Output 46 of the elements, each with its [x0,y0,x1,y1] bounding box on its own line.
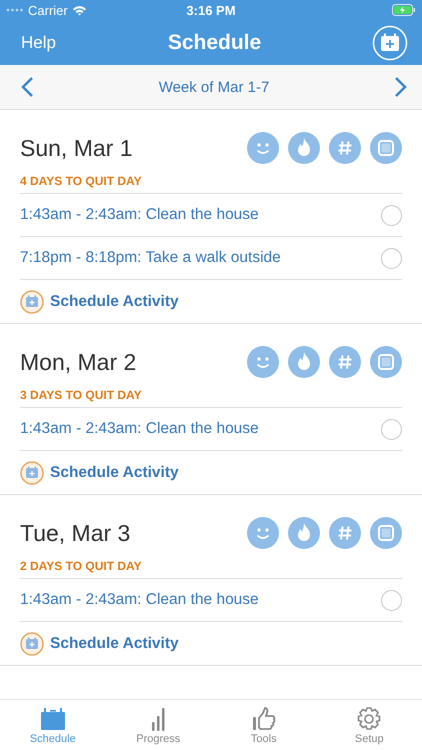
activity-item[interactable]: 1:43am - 2:43am: Clean the house [20,420,259,438]
next-week-button[interactable] [394,76,408,98]
schedule-activity-link[interactable]: Schedule Activity [50,464,179,482]
square-button[interactable] [370,517,402,549]
wifi-icon [72,4,87,16]
square-button[interactable] [370,132,402,164]
calendar-add-icon [20,290,44,314]
tab-bar-item[interactable]: Progress [106,700,211,750]
activity-item[interactable]: 7:18pm - 8:18pm: Take a walk outside [20,249,281,267]
day-heading: Mon, Mar 2 [20,348,136,376]
carrier-label: Carrier [28,2,68,18]
calendar-add-icon [20,460,44,484]
completion-checkbox[interactable] [381,590,402,610]
battery-icon [392,4,416,16]
activity-item[interactable]: 1:43am - 2:43am: Clean the house [20,206,259,224]
square-button[interactable] [370,346,402,378]
mood-button[interactable] [247,517,279,549]
schedule-activity-link[interactable]: Schedule Activity [50,634,179,652]
quit-countdown: 2 DAYS TO QUIT DAY [20,559,143,573]
completion-checkbox[interactable] [381,248,402,268]
day-heading: Sun, Mar 1 [20,134,132,162]
completion-checkbox[interactable] [381,418,402,440]
help-button[interactable]: Help [21,32,101,52]
completion-checkbox[interactable] [381,204,402,226]
calendar-add-icon [20,632,44,656]
activity-item[interactable]: 1:43am - 2:43am: Clean the house [20,591,259,609]
count-button[interactable] [329,346,361,378]
craving-button[interactable] [288,132,320,164]
quit-countdown: 4 DAYS TO QUIT DAY [20,174,143,188]
week-label: Week of Mar 1-7 [158,78,270,96]
craving-button[interactable] [288,517,320,549]
tab-bar-item[interactable]: Tools [211,700,316,750]
day-heading: Tue, Mar 3 [20,520,130,546]
tab-bar-item[interactable]: Setup [316,700,422,750]
craving-button[interactable] [288,346,320,378]
previous-week-button[interactable] [20,76,34,98]
tab-bar-item[interactable]: Schedule [0,700,106,750]
count-button[interactable] [329,517,361,549]
screen-title: Schedule [168,30,262,54]
mood-button[interactable] [247,346,279,378]
mood-button[interactable] [247,132,279,164]
quit-countdown: 3 DAYS TO QUIT DAY [20,388,143,402]
signal-icon [6,8,24,12]
status-time: 3:16 PM [186,2,236,18]
schedule-activity-link[interactable]: Schedule Activity [50,292,179,310]
count-button[interactable] [329,132,361,164]
